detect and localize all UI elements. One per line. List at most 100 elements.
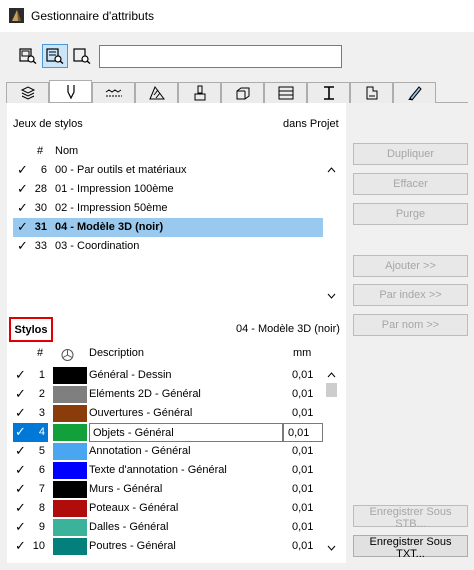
pen-set-name: 01 - Impression 100ème: [55, 183, 174, 195]
tab-line-types[interactable]: [92, 82, 135, 103]
pens-hash-header: #: [37, 347, 44, 359]
check-icon[interactable]: ✓: [15, 406, 26, 420]
check-icon[interactable]: ✓: [15, 482, 26, 496]
pen-row[interactable]: ✓ 9 Dalles - Général 0,01: [13, 518, 323, 537]
pen-row[interactable]: ✓ 3 Ouvertures - Général 0,01: [13, 404, 323, 423]
tab-building-materials[interactable]: [221, 82, 264, 103]
pen-row[interactable]: ✓ 8 Poteaux - Général 0,01: [13, 499, 323, 518]
pen-row[interactable]: ✓ 5 Annotation - Général 0,01: [13, 442, 323, 461]
pen-sets-name-header: Nom: [55, 145, 79, 157]
check-icon[interactable]: ✓: [15, 444, 26, 458]
tab-zone-categories[interactable]: [350, 82, 393, 103]
pen-number: 3: [38, 407, 45, 419]
preview-view-icon: [73, 48, 91, 64]
check-icon[interactable]: ✓: [15, 368, 26, 382]
pen-color-swatch[interactable]: [53, 481, 87, 498]
check-icon[interactable]: ✓: [15, 463, 26, 477]
delete-button[interactable]: Effacer: [353, 173, 468, 195]
search-input[interactable]: [99, 45, 342, 68]
pen-width: 0,01: [292, 483, 314, 495]
duplicate-button[interactable]: Dupliquer: [353, 143, 468, 165]
detail-view-button[interactable]: [42, 44, 68, 68]
pen-set-name: 00 - Par outils et matériaux: [55, 164, 187, 176]
pen-width: 0,01: [292, 369, 314, 381]
scroll-up-icon[interactable]: [323, 366, 340, 383]
pen-description-input[interactable]: [89, 423, 283, 442]
pen-number: 5: [38, 445, 45, 457]
add-button[interactable]: Ajouter >>: [353, 255, 468, 277]
pen-sets-scrollbar[interactable]: [323, 161, 340, 304]
by-name-button[interactable]: Par nom >>: [353, 314, 468, 336]
scroll-thumb[interactable]: [326, 383, 337, 397]
pen-set-row[interactable]: ✓ 28 01 - Impression 100ème: [13, 180, 323, 199]
pen-row[interactable]: ✓ 2 Eléments 2D - Général 0,01: [13, 385, 323, 404]
pen-row[interactable]: ✓ 1 Général - Dessin 0,01: [13, 366, 323, 385]
pen-number: 6: [38, 464, 45, 476]
check-icon[interactable]: ✓: [17, 239, 28, 253]
pen-set-row[interactable]: ✓ 6 00 - Par outils et matériaux: [13, 161, 323, 180]
pen-row[interactable]: ✓ 6 Texte d'annotation - Général 0,01: [13, 461, 323, 480]
building-material-icon: [236, 87, 249, 100]
pen-set-number: 31: [34, 221, 47, 233]
purge-button[interactable]: Purge: [353, 203, 468, 225]
pen-set-row-selected[interactable]: ✓ 31 04 - Modèle 3D (noir): [13, 218, 323, 237]
pen-width: 0,01: [292, 445, 314, 457]
tab-fills[interactable]: [135, 82, 178, 103]
pens-current-set: 04 - Modèle 3D (noir): [236, 323, 340, 335]
pen-row[interactable]: ✓ 7 Murs - Général 0,01: [13, 480, 323, 499]
pen-sets-list: # Nom ✓ 6 00 - Par outils et matériaux ✓…: [13, 141, 337, 304]
pen-width: 0,01: [292, 388, 314, 400]
pen-number: 8: [38, 502, 45, 514]
pen-color-swatch[interactable]: [53, 386, 87, 403]
check-icon[interactable]: ✓: [15, 425, 26, 439]
pen-row[interactable]: ✓ 10 Poutres - Général 0,01: [13, 537, 323, 556]
tab-graphic-overrides[interactable]: [393, 82, 436, 103]
check-icon[interactable]: ✓: [15, 387, 26, 401]
pen-set-row[interactable]: ✓ 30 02 - Impression 50ème: [13, 199, 323, 218]
pen-color-swatch[interactable]: [53, 500, 87, 517]
save-as-stb-button[interactable]: Enregistrer Sous STB...: [353, 505, 468, 530]
scroll-down-icon[interactable]: [323, 539, 340, 556]
pen-description: Général - Dessin: [89, 369, 172, 381]
pen-sets-list-header: # Nom: [13, 141, 337, 161]
pen-color-swatch[interactable]: [53, 424, 87, 441]
tab-composites[interactable]: [264, 82, 307, 103]
pen-row-selected[interactable]: ✓ 4: [13, 423, 323, 442]
pen-color-swatch[interactable]: [53, 367, 87, 384]
pen-set-number: 6: [40, 164, 47, 176]
list-view-button[interactable]: [15, 44, 41, 68]
tab-profiles[interactable]: [307, 82, 350, 103]
pen-color-swatch[interactable]: [53, 519, 87, 536]
check-icon[interactable]: ✓: [17, 163, 28, 177]
pen-color-swatch[interactable]: [53, 443, 87, 460]
check-icon[interactable]: ✓: [17, 182, 28, 196]
check-icon[interactable]: ✓: [17, 220, 28, 234]
pen-sets-location: dans Projet: [283, 118, 339, 130]
check-icon[interactable]: ✓: [15, 501, 26, 515]
pen-color-swatch[interactable]: [53, 462, 87, 479]
check-icon[interactable]: ✓: [17, 201, 28, 215]
tab-pens[interactable]: [49, 80, 92, 102]
tab-surfaces[interactable]: [178, 82, 221, 103]
window-title: Gestionnaire d'attributs: [31, 9, 155, 23]
pens-scrollbar[interactable]: [323, 366, 340, 556]
save-as-txt-button[interactable]: Enregistrer Sous TXT...: [353, 535, 468, 560]
pen-description: Dalles - Général: [89, 521, 169, 533]
preview-view-button[interactable]: [69, 44, 95, 68]
profile-icon: [323, 86, 334, 100]
scroll-up-icon[interactable]: [323, 161, 340, 178]
pen-width-input[interactable]: [283, 423, 323, 442]
pen-number: 1: [38, 369, 45, 381]
check-icon[interactable]: ✓: [15, 539, 26, 553]
by-index-button[interactable]: Par index >>: [353, 284, 468, 306]
tab-layers[interactable]: [6, 82, 49, 103]
pen-color-swatch[interactable]: [53, 538, 87, 555]
layers-icon: [20, 86, 35, 100]
pen-color-swatch[interactable]: [53, 405, 87, 422]
pen-set-row[interactable]: ✓ 33 03 - Coordination: [13, 237, 323, 256]
scroll-down-icon[interactable]: [323, 287, 340, 304]
pen-description: Annotation - Général: [89, 445, 191, 457]
attribute-tabbar: [6, 80, 468, 103]
check-icon[interactable]: ✓: [15, 520, 26, 534]
pen-set-number: 30: [34, 202, 47, 214]
